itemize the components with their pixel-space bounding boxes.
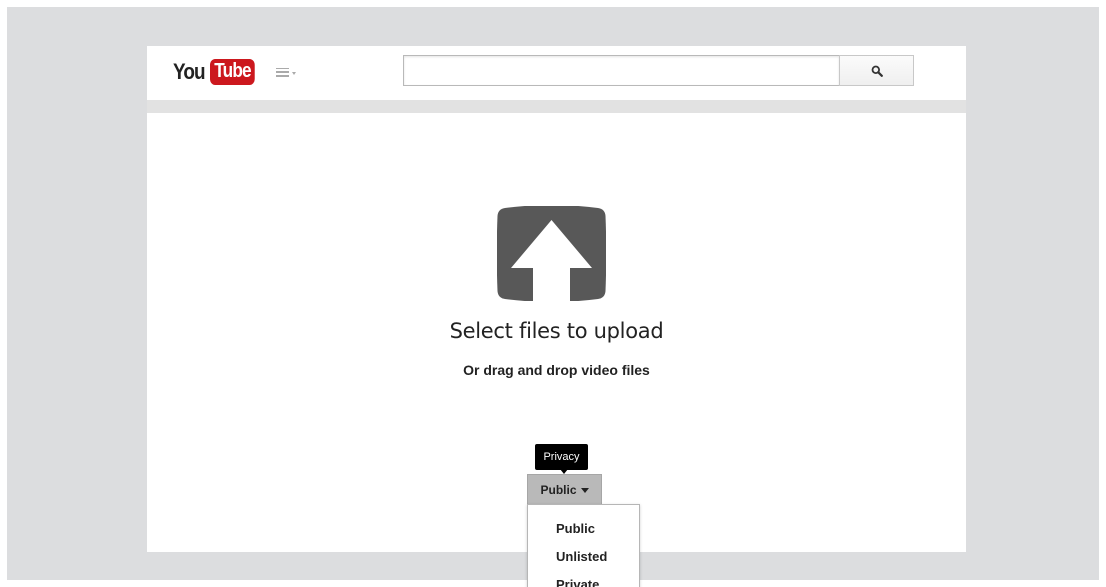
search-icon xyxy=(871,65,883,77)
caret-down-icon xyxy=(580,487,589,493)
privacy-option-unlisted[interactable]: Unlisted xyxy=(528,547,639,575)
upload-title: Select files to upload xyxy=(449,319,664,343)
youtube-logo[interactable]: You Tube xyxy=(173,57,262,87)
privacy-option-public[interactable]: Public xyxy=(528,519,639,547)
search-button[interactable] xyxy=(839,55,914,86)
privacy-option-private[interactable]: Private xyxy=(528,575,639,587)
chevron-down-icon xyxy=(292,71,296,75)
privacy-menu: Public Unlisted Private xyxy=(527,504,640,587)
masthead: You Tube xyxy=(147,46,966,100)
logo-text-tube: Tube xyxy=(210,59,255,85)
upload-area[interactable]: Select files to upload Or drag and drop … xyxy=(147,113,966,587)
privacy-tooltip: Privacy xyxy=(535,444,588,470)
hamburger-menu-icon xyxy=(276,67,289,77)
upload-subtitle: Or drag and drop video files xyxy=(463,362,650,378)
search-input[interactable] xyxy=(403,55,839,86)
privacy-selected-label: Public xyxy=(540,482,577,497)
upload-arrow-icon[interactable] xyxy=(497,206,606,301)
guide-menu-button[interactable] xyxy=(276,63,302,81)
masthead-divider xyxy=(147,100,966,113)
logo-text-you: You xyxy=(173,59,206,84)
privacy-dropdown-button[interactable]: Public xyxy=(527,474,602,505)
browser-window: You Tube Select files to upload Or drag … xyxy=(147,46,966,587)
